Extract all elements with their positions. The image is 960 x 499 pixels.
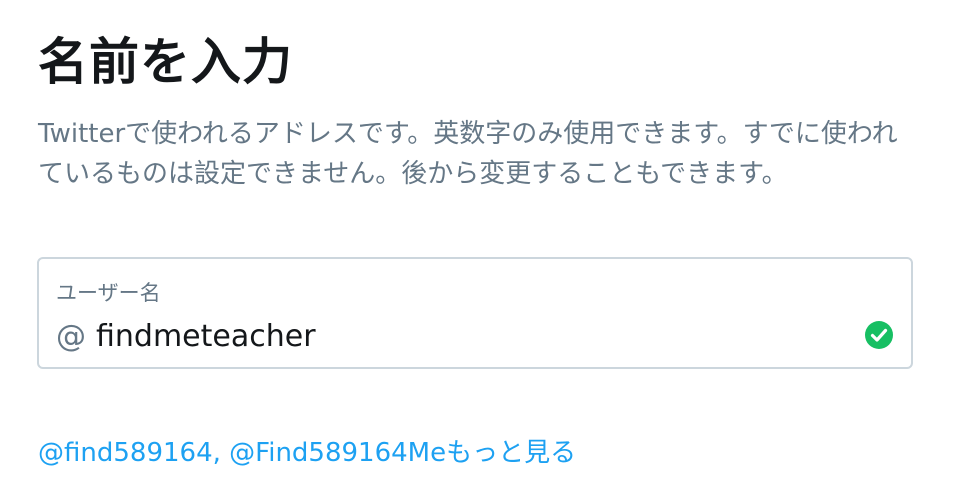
at-prefix: @ bbox=[56, 319, 86, 354]
username-suggestions: @find589164, @Find589164Meもっと見る bbox=[38, 433, 576, 473]
username-field[interactable]: ユーザー名 @ findmeteacher bbox=[37, 257, 913, 369]
username-input[interactable]: findmeteacher bbox=[96, 317, 316, 357]
username-field-label: ユーザー名 bbox=[56, 281, 161, 305]
page-description: Twitterで使われるアドレスです。英数字のみ使用できます。すでに使われている… bbox=[38, 119, 898, 189]
show-more-link[interactable]: もっと見る bbox=[446, 438, 576, 468]
suggestion-link-2[interactable]: @Find589164Me bbox=[229, 438, 446, 468]
page-title: 名前を入力 bbox=[38, 33, 293, 91]
suggestion-separator: , bbox=[212, 438, 230, 468]
check-circle-icon bbox=[865, 321, 893, 349]
suggestion-link-1[interactable]: @find589164 bbox=[38, 438, 213, 468]
username-input-row[interactable]: @ findmeteacher bbox=[56, 317, 316, 357]
